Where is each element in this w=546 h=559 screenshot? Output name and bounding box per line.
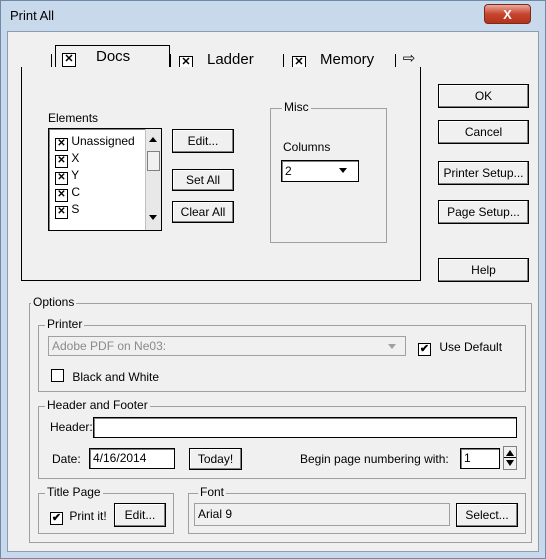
tab-ladder-label: Ladder — [207, 51, 254, 68]
header-input[interactable] — [93, 417, 517, 438]
chevron-down-icon[interactable] — [388, 344, 396, 349]
spin-divider — [504, 457, 516, 458]
black-and-white-label: Black and White — [72, 370, 160, 384]
use-default-label: Use Default — [439, 340, 503, 354]
list-item[interactable]: ✕ Y — [55, 167, 80, 185]
tab-separator — [51, 54, 52, 68]
today-button[interactable]: Today! — [189, 448, 242, 470]
cancel-button[interactable]: Cancel — [438, 120, 529, 144]
scroll-down-icon[interactable] — [149, 215, 157, 220]
ok-button[interactable]: OK — [438, 84, 529, 108]
date-input[interactable]: 4/16/2014 — [89, 448, 175, 469]
print-it-checkbox[interactable]: ✔ Print it! — [50, 509, 107, 525]
list-item-checkbox[interactable]: ✕ — [55, 206, 68, 219]
use-default-checkbox[interactable]: ✔ Use Default — [418, 340, 502, 356]
scroll-up-icon[interactable] — [149, 137, 157, 142]
use-default-check-icon[interactable]: ✔ — [418, 343, 431, 356]
title-page-label: Title Page — [45, 485, 103, 499]
window-title: Print All — [10, 8, 55, 23]
list-item[interactable]: ✕ C — [55, 184, 81, 202]
list-item-label: Unassigned — [71, 134, 135, 148]
font-select-button[interactable]: Select... — [456, 503, 518, 527]
list-item-label: X — [71, 151, 80, 165]
spin-down-icon[interactable] — [506, 460, 514, 466]
help-button[interactable]: Help — [438, 258, 529, 282]
elements-list[interactable]: ✕ Unassigned ✕ X ✕ Y ✕ C ✕ S — [48, 128, 162, 231]
chevron-down-icon[interactable] — [339, 168, 347, 173]
list-item[interactable]: ✕ Unassigned — [55, 133, 135, 151]
date-label: Date: — [52, 452, 81, 466]
tab-docs[interactable]: ✕ Docs — [55, 45, 170, 69]
page-setup-button[interactable]: Page Setup... — [438, 200, 529, 224]
tab-separator — [170, 54, 171, 68]
columns-select[interactable]: 2 — [281, 160, 359, 182]
spin-up-icon[interactable] — [506, 450, 514, 456]
tab-separator — [395, 54, 396, 68]
elements-edit-button[interactable]: Edit... — [172, 129, 234, 153]
columns-label: Columns — [283, 140, 331, 154]
title-bar[interactable]: Print All X — [0, 0, 546, 32]
font-label: Font — [198, 485, 227, 499]
list-item-label: Y — [71, 168, 80, 182]
tab-separator — [283, 54, 284, 68]
set-all-button[interactable]: Set All — [172, 169, 234, 191]
list-item-label: S — [71, 202, 80, 216]
black-and-white-checkbox[interactable]: Black and White — [51, 369, 159, 384]
printer-select[interactable]: Adobe PDF on Ne03: — [48, 336, 406, 356]
close-button[interactable]: X — [484, 4, 531, 24]
header-footer-label: Header and Footer — [45, 398, 150, 412]
title-page-edit-button[interactable]: Edit... — [114, 503, 166, 527]
elements-label: Elements — [48, 111, 99, 125]
columns-value: 2 — [285, 164, 292, 178]
clear-all-button[interactable]: Clear All — [172, 201, 234, 223]
list-item[interactable]: ✕ S — [55, 201, 80, 219]
print-it-check-icon[interactable]: ✔ — [50, 512, 63, 525]
header-label: Header: — [50, 420, 93, 434]
tab-memory-label: Memory — [320, 51, 375, 68]
black-and-white-check[interactable] — [51, 369, 64, 382]
font-value: Arial 9 — [194, 503, 450, 526]
printer-setup-button[interactable]: Printer Setup... — [438, 161, 529, 185]
tab-docs-label: Docs — [96, 48, 131, 65]
scroll-thumb[interactable] — [147, 151, 160, 171]
page-numbering-input[interactable]: 1 — [460, 448, 500, 469]
page-numbering-spinner[interactable] — [503, 446, 517, 470]
elements-scrollbar[interactable] — [145, 129, 161, 230]
page-numbering-label: Begin page numbering with: — [300, 452, 449, 466]
tab-scroll-arrow-icon[interactable]: ⇨ — [398, 51, 420, 67]
list-item[interactable]: ✕ X — [55, 150, 80, 168]
misc-label: Misc — [282, 100, 311, 114]
printer-select-value: Adobe PDF on Ne03: — [52, 339, 167, 353]
options-label: Options — [31, 295, 77, 309]
list-item-label: C — [71, 185, 81, 199]
print-it-label: Print it! — [69, 509, 107, 523]
printer-label: Printer — [45, 317, 85, 331]
tab-docs-checkbox[interactable]: ✕ — [62, 53, 76, 67]
